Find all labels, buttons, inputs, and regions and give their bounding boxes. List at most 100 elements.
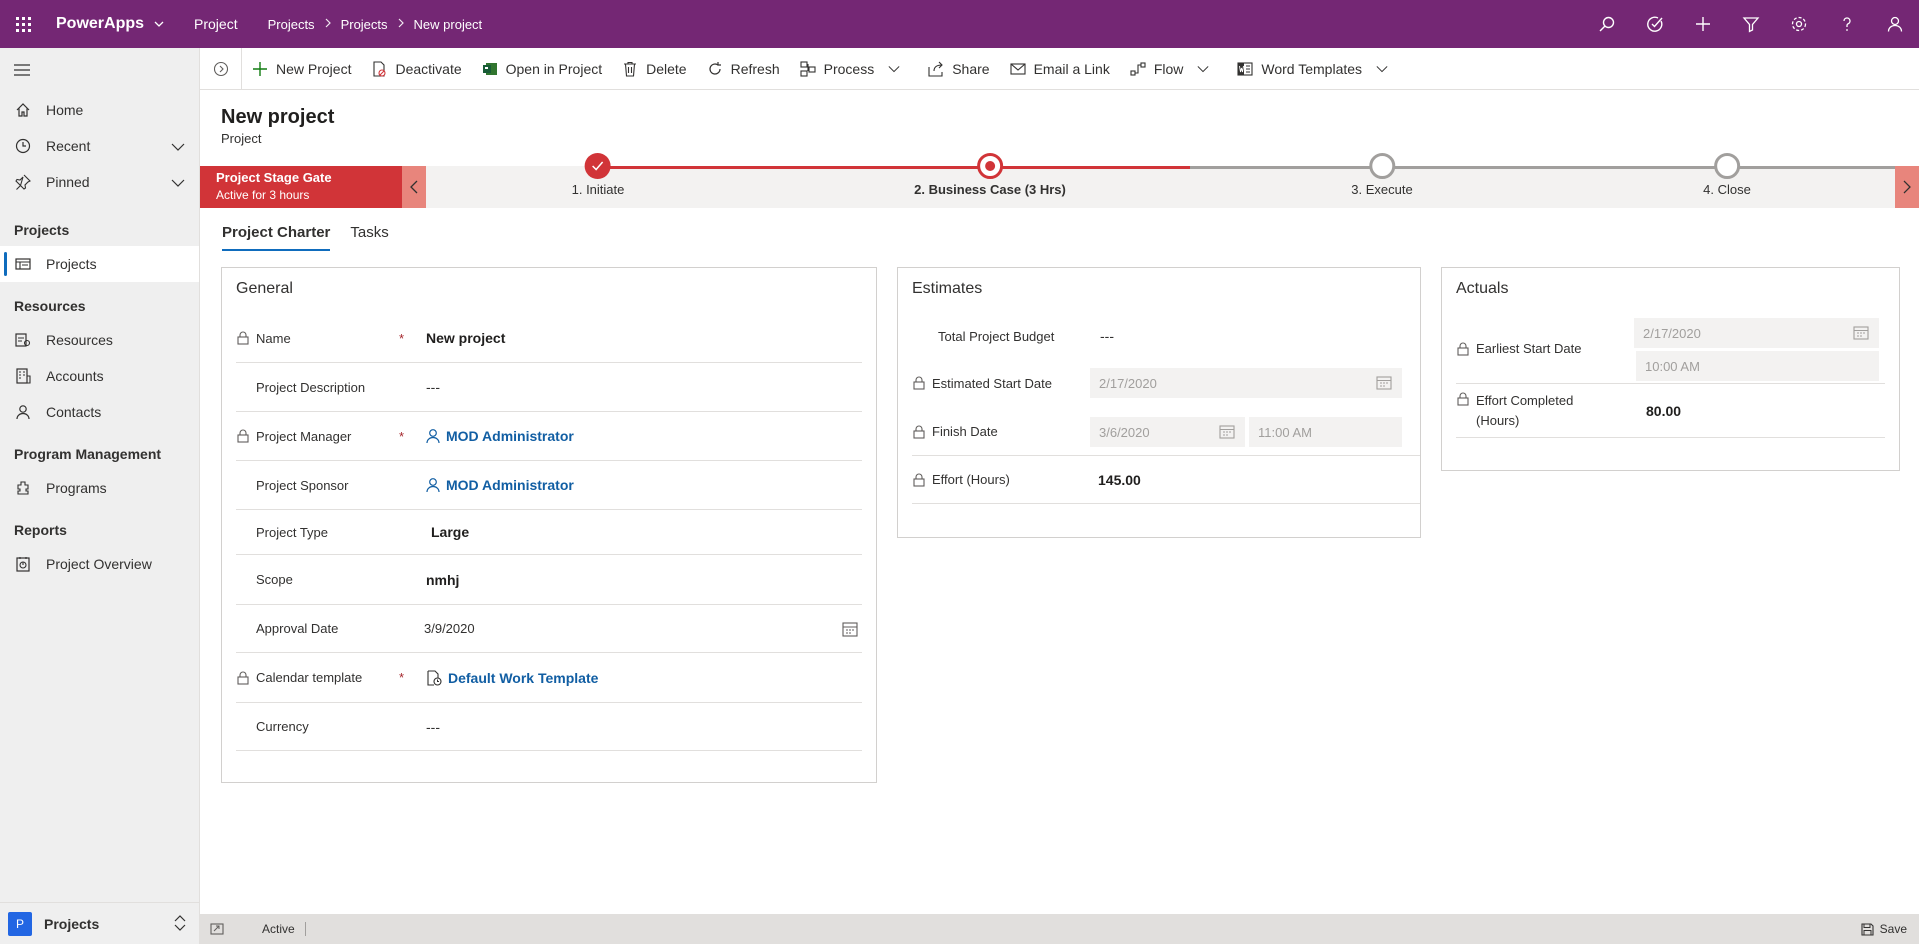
search-icon[interactable]	[1583, 0, 1631, 48]
sidebar-item-label: Accounts	[46, 368, 104, 384]
delete-button[interactable]: Delete	[612, 48, 696, 90]
command-label: Word Templates	[1261, 60, 1363, 77]
field-label-line: Effort Completed	[1476, 392, 1574, 408]
breadcrumb-item[interactable]: Projects	[268, 17, 315, 32]
app-name[interactable]: Project	[194, 16, 238, 32]
approval-date-input[interactable]: 3/9/2020	[424, 621, 475, 636]
currency-lookup[interactable]: ---	[426, 719, 440, 735]
sidebar-item-projects[interactable]: Projects	[0, 246, 199, 282]
open-in-window-icon[interactable]	[210, 921, 226, 937]
gear-icon[interactable]	[1775, 0, 1823, 48]
lookup-value: MOD Administrator	[446, 477, 574, 493]
sidebar-item-recent[interactable]: Recent	[0, 128, 199, 164]
earliest-start-date-field: Earliest Start Date 2/17/2020 10:00 AM	[1456, 314, 1885, 384]
stage-close[interactable]: 4. Close	[1703, 153, 1751, 197]
sidebar-group-title: Program Management	[14, 446, 162, 462]
lock-icon	[912, 425, 926, 439]
flow-icon	[1130, 61, 1146, 76]
project-sponsor-lookup[interactable]: MOD Administrator	[426, 477, 574, 493]
field-label: Currency	[256, 719, 309, 734]
project-type-select[interactable]: Large	[431, 524, 469, 540]
chevron-down-icon[interactable]	[171, 138, 185, 154]
share-button[interactable]: Share	[918, 48, 999, 90]
scope-input[interactable]: nmhj	[426, 572, 459, 588]
help-icon[interactable]	[1823, 0, 1871, 48]
earliest-start-date-input: 2/17/2020	[1634, 318, 1879, 348]
calendar-template-lookup[interactable]: Default Work Template	[426, 670, 598, 686]
new-project-button[interactable]: New Project	[242, 48, 361, 90]
calendar-icon	[1376, 376, 1392, 393]
command-label: Process	[823, 60, 875, 77]
name-input[interactable]: New project	[426, 330, 505, 346]
previous-stage-button[interactable]	[402, 166, 426, 208]
calendar-icon	[1853, 326, 1869, 343]
filter-icon[interactable]	[1727, 0, 1775, 48]
calendar-icon[interactable]	[842, 621, 858, 640]
area-switcher[interactable]: P Projects	[0, 902, 200, 944]
sidebar-item-pinned[interactable]: Pinned	[0, 164, 199, 200]
breadcrumb-item[interactable]: Projects	[341, 17, 388, 32]
user-icon[interactable]	[1871, 0, 1919, 48]
chevron-down-icon[interactable]	[171, 174, 185, 190]
time-value: 11:00 AM	[1258, 424, 1312, 440]
tab-tasks[interactable]: Tasks	[350, 224, 388, 251]
calendar-template-icon	[427, 669, 442, 686]
deactivate-button[interactable]: Deactivate	[361, 48, 471, 90]
sidebar-item-project-overview[interactable]: Project Overview	[0, 546, 199, 582]
resources-icon	[14, 331, 32, 349]
entity-name: Project	[221, 131, 262, 146]
word-templates-button[interactable]: Word Templates	[1227, 48, 1406, 90]
hamburger-menu-icon[interactable]	[0, 48, 199, 92]
stage-business-case[interactable]: 2. Business Case (3 Hrs)	[914, 153, 1066, 197]
sidebar-item-label: Home	[46, 102, 84, 118]
scope-field: Scope nmhj	[236, 555, 862, 605]
date-value: 2/17/2020	[1099, 375, 1157, 391]
process-button[interactable]: Process	[790, 48, 919, 90]
save-button[interactable]: Save	[1861, 922, 1907, 936]
project-type-field: Project Type Large	[236, 510, 862, 555]
sidebar-item-accounts[interactable]: Accounts	[0, 358, 199, 394]
next-stage-button[interactable]	[1895, 166, 1919, 208]
stage-label: 1. Initiate	[571, 182, 625, 197]
stage-initiate[interactable]: 1. Initiate	[571, 153, 625, 197]
stage-execute[interactable]: 3. Execute	[1351, 153, 1413, 197]
sidebar-item-label: Resources	[46, 332, 113, 348]
actuals-section: Actuals Earliest Start Date 2/17/2020 10…	[1441, 267, 1900, 471]
brand-menu[interactable]: PowerApps	[56, 15, 164, 33]
back-icon[interactable]	[200, 47, 242, 90]
field-label: Project Type	[256, 524, 329, 540]
sidebar-item-home[interactable]: Home	[0, 92, 199, 128]
process-flag[interactable]: Project Stage Gate Active for 3 hours	[200, 166, 426, 208]
field-label: Earliest Start Date	[1476, 341, 1582, 356]
section-title: Estimates	[912, 280, 983, 297]
project-description-input[interactable]: ---	[426, 379, 440, 395]
email-a-link-button[interactable]: Email a Link	[1000, 48, 1120, 90]
sidebar-item-contacts[interactable]: Contacts	[0, 394, 199, 430]
field-label: Effort Completed (Hours)	[1476, 391, 1573, 431]
field-label: Scope	[256, 572, 293, 587]
effort-hours-value: 145.00	[1098, 471, 1141, 488]
refresh-button[interactable]: Refresh	[697, 48, 790, 90]
field-label: Name	[256, 330, 291, 346]
command-label: Flow	[1153, 60, 1184, 77]
sidebar-item-resources[interactable]: Resources	[0, 322, 199, 358]
open-in-project-button[interactable]: Open in Project	[472, 48, 613, 90]
programs-icon	[14, 479, 32, 497]
pin-icon	[14, 173, 32, 191]
sidebar-item-programs[interactable]: Programs	[0, 470, 199, 506]
sidebar-item-label: Programs	[46, 480, 107, 496]
tab-project-charter[interactable]: Project Charter	[222, 224, 331, 251]
stage-label: 4. Close	[1703, 182, 1751, 197]
project-icon	[482, 62, 497, 75]
brand-name: PowerApps	[56, 15, 145, 32]
pending-stage-indicator	[1369, 153, 1395, 179]
task-icon[interactable]	[1631, 0, 1679, 48]
person-icon	[426, 478, 440, 493]
project-manager-lookup[interactable]: MOD Administrator	[426, 428, 574, 444]
section-title: General	[236, 280, 293, 297]
flow-button[interactable]: Flow	[1120, 48, 1228, 90]
app-launcher-icon[interactable]	[0, 0, 46, 48]
effort-completed-value: 80.00	[1646, 402, 1682, 419]
plus-icon[interactable]	[1679, 0, 1727, 48]
effort-hours-field: Effort (Hours) 145.00	[912, 456, 1420, 504]
